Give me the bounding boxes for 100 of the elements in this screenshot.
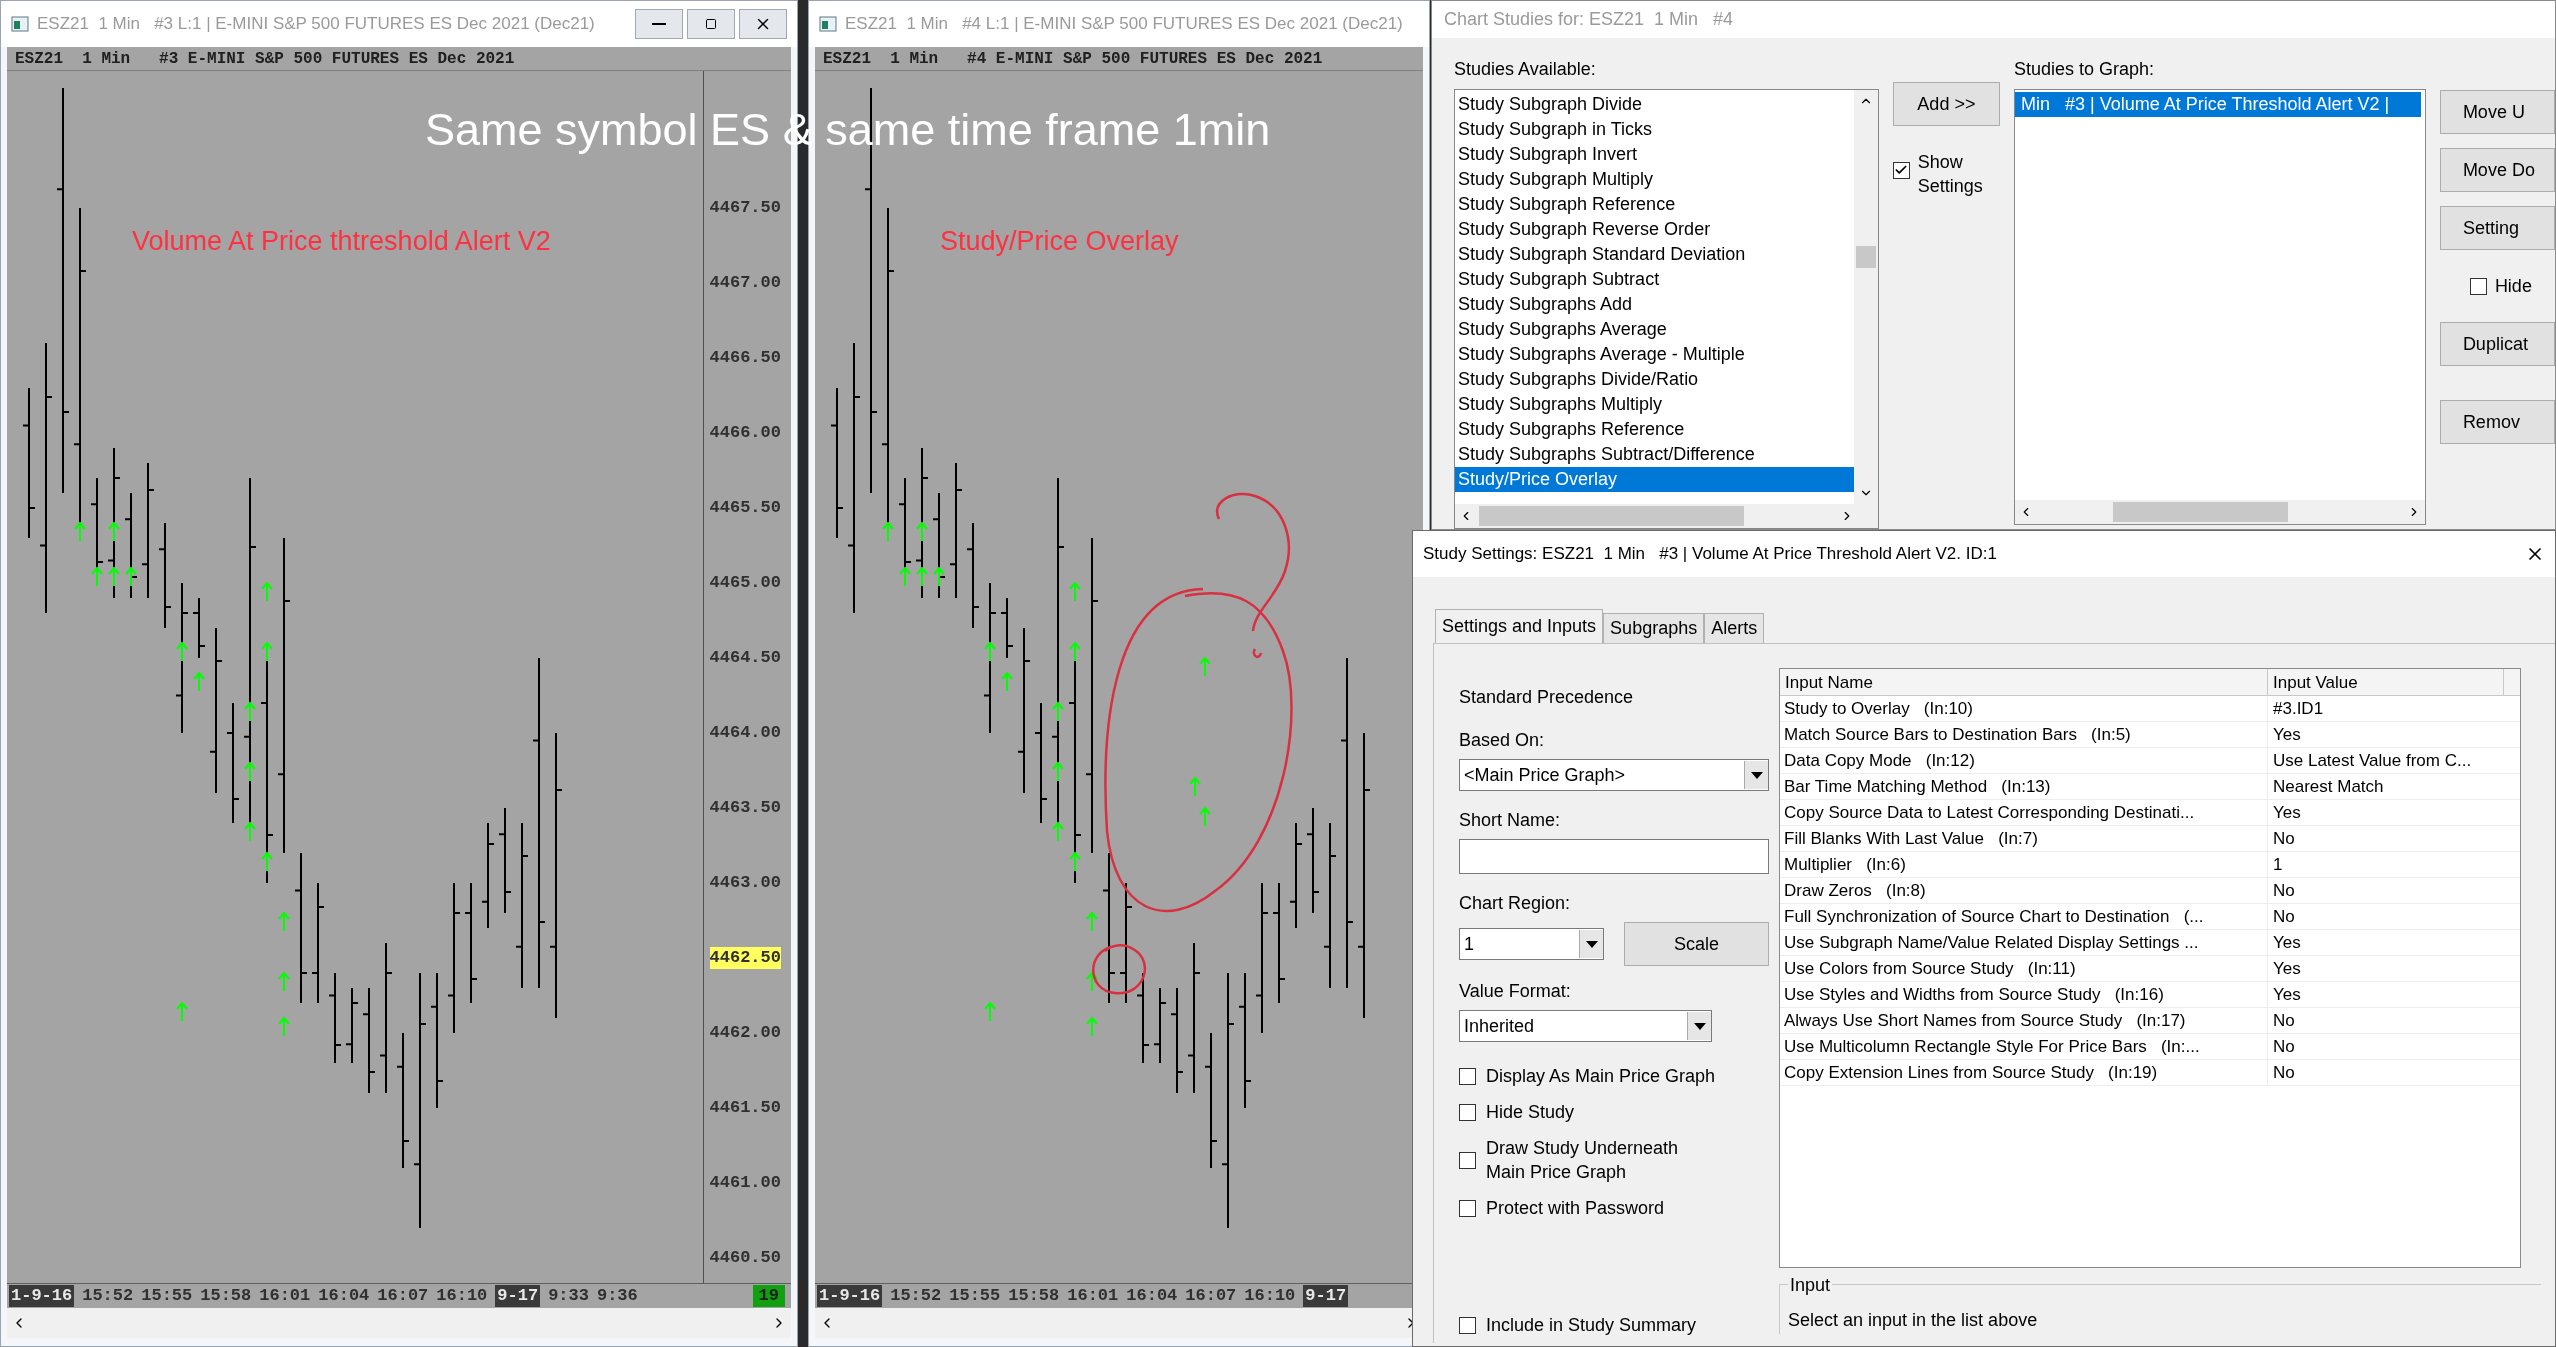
maximize-button[interactable] (687, 9, 735, 39)
table-cell[interactable]: Nearest Match (2268, 774, 2504, 799)
price-label: 4461.50 (709, 1097, 781, 1119)
list-item[interactable]: Study Subgraphs Divide/Ratio (1455, 367, 1854, 392)
table-cell[interactable]: Fill Blanks With Last Value (In:7) (1780, 826, 2268, 851)
table-cell[interactable]: Study to Overlay (In:10) (1780, 696, 2268, 721)
chart-header: ESZ21 1 Min #4 E-MINI S&P 500 FUTURES ES Dec 2021 (823, 48, 1323, 70)
table-cell[interactable]: Yes (2268, 722, 2504, 747)
table-cell[interactable]: No (2268, 904, 2504, 929)
time-axis-label: 9:36 (596, 1284, 638, 1307)
short-name-field[interactable] (1459, 839, 1769, 874)
dropdown-arrow-icon (1585, 940, 1598, 948)
price-label: 4467.50 (709, 197, 781, 219)
table-cell[interactable]: Match Source Bars to Destination Bars (In:5) (1780, 722, 2268, 747)
table-cell[interactable]: Draw Zeros (In:8) (1780, 878, 2268, 903)
checkbox[interactable] (1459, 1317, 1476, 1334)
chart-region-select[interactable]: 1 (1459, 928, 1604, 960)
table-cell[interactable]: No (2268, 878, 2504, 903)
time-axis-label: 15:55 (949, 1284, 1001, 1307)
table-cell[interactable]: Always Use Short Names from Source Study (In:17) (1780, 1008, 2268, 1033)
scroll-thumb[interactable] (2113, 502, 2288, 522)
table-cell[interactable]: 1 (2268, 852, 2504, 877)
table-cell[interactable]: Copy Source Data to Latest Corresponding Destinati... (1780, 800, 2268, 825)
table-cell[interactable]: #3.ID1 (2268, 696, 2504, 721)
list-item[interactable]: Study Subgraphs Subtract/Difference (1455, 442, 1854, 467)
list-item[interactable]: Study Subgraphs Average (1455, 317, 1854, 342)
scroll-thumb[interactable] (1855, 246, 1876, 268)
checkbox[interactable] (1459, 1103, 1476, 1121)
checkbox[interactable] (1459, 1151, 1476, 1169)
dialog-button[interactable]: Duplicat (2439, 322, 2555, 366)
table-cell[interactable]: Yes (2268, 982, 2504, 1007)
price-label: 4465.00 (709, 572, 781, 594)
table-cell[interactable]: Copy Extension Lines from Source Study (In:19) (1780, 1060, 2268, 1085)
maximize-icon (705, 18, 717, 30)
close-button[interactable] (739, 9, 787, 39)
value-format-select[interactable]: Inherited (1459, 1010, 1712, 1042)
scale-button[interactable]: Scale (1624, 922, 1769, 966)
list-item[interactable]: Study Subgraph Reverse Order (1455, 217, 1854, 242)
time-axis-label: 1-9-16 (9, 1284, 75, 1307)
app-icon (11, 16, 29, 32)
chart-annotation: Study/Price Overlay (940, 225, 1179, 258)
table-cell[interactable]: No (2268, 1008, 2504, 1033)
list-item[interactable]: Min #3 | Volume At Price Threshold Alert V2 | (2015, 92, 2421, 117)
vertical-scrollbar[interactable] (1853, 90, 1878, 504)
dropdown-arrow-icon (1693, 1022, 1706, 1030)
time-axis-label: 16:01 (259, 1284, 311, 1307)
checkbox-label: Draw Study Underneath Main Price Graph (1486, 1137, 1680, 1184)
checkbox[interactable] (1459, 1067, 1476, 1085)
table-cell[interactable]: No (2268, 1034, 2504, 1059)
list-item[interactable]: Study Subgraph Invert (1455, 142, 1854, 167)
horizontal-scrollbar[interactable] (1455, 504, 1878, 528)
price-label: 4464.00 (709, 722, 781, 744)
table-cell[interactable]: Multiplier (In:6) (1780, 852, 2268, 877)
list-item[interactable]: Study Subgraphs Add (1455, 292, 1854, 317)
price-label: 4466.00 (709, 422, 781, 444)
list-item[interactable]: Study Subgraph Subtract (1455, 267, 1854, 292)
list-item[interactable]: Study Subgraphs Reference (1455, 417, 1854, 442)
table-cell[interactable]: Use Colors from Source Study (In:11) (1780, 956, 2268, 981)
dialog-button[interactable]: Move U (2439, 90, 2555, 134)
table-cell[interactable]: Use Subgraph Name/Value Related Display Settings ... (1780, 930, 2268, 955)
list-item[interactable]: Study Subgraphs Multiply (1455, 392, 1854, 417)
table-cell[interactable]: Use Multicolumn Rectangle Style For Price Bars (In:... (1780, 1034, 2268, 1059)
table-cell[interactable]: Data Copy Mode (In:12) (1780, 748, 2268, 773)
table-cell[interactable]: Full Synchronization of Source Chart to Destination (... (1780, 904, 2268, 929)
tab[interactable]: Subgraphs (1603, 613, 1705, 643)
checkbox[interactable] (1892, 161, 1910, 179)
list-item[interactable]: Study Subgraph Divide (1455, 92, 1854, 117)
table-cell[interactable]: No (2268, 1060, 2504, 1085)
price-label: 4462.50 (709, 947, 781, 969)
tab[interactable]: Alerts (1704, 613, 1765, 643)
dialog-button[interactable]: Setting (2439, 206, 2555, 250)
table-cell[interactable]: Yes (2268, 800, 2504, 825)
table-cell[interactable]: Yes (2268, 930, 2504, 955)
table-cell[interactable]: Yes (2268, 956, 2504, 981)
list-item[interactable]: Study Subgraph Multiply (1455, 167, 1854, 192)
horizontal-scrollbar[interactable] (2015, 500, 2425, 524)
scroll-thumb[interactable] (1479, 506, 1744, 526)
column-header[interactable]: Input Value (2268, 669, 2504, 695)
table-cell[interactable]: Bar Time Matching Method (In:13) (1780, 774, 2268, 799)
tab[interactable]: Settings and Inputs (1435, 609, 1604, 643)
list-item[interactable]: Study/Price Overlay (1455, 467, 1854, 492)
checkbox[interactable] (1459, 1199, 1476, 1217)
dialog-button[interactable]: Remov (2439, 400, 2555, 444)
table-cell[interactable]: Use Styles and Widths from Source Study (In:16) (1780, 982, 2268, 1007)
time-axis-label: 1-9-16 (817, 1284, 883, 1307)
list-item[interactable]: Study Subgraph Standard Deviation (1455, 242, 1854, 267)
based-on-select[interactable]: <Main Price Graph> (1459, 759, 1769, 791)
checkbox[interactable] (2469, 277, 2487, 295)
column-header[interactable]: Input Name (1780, 669, 2268, 695)
table-cell[interactable]: No (2268, 826, 2504, 851)
checkbox-label: Display As Main Price Graph (1486, 1065, 1716, 1088)
dialog-button[interactable]: Move Do (2439, 148, 2555, 192)
list-item[interactable]: Study Subgraphs Average - Multiple (1455, 342, 1854, 367)
list-item[interactable]: Study Subgraph Reference (1455, 192, 1854, 217)
horizontal-scrollbar[interactable] (7, 1308, 791, 1338)
field-label: Chart Region: (1459, 892, 1572, 915)
table-cell[interactable]: Use Latest Value from C... (2268, 748, 2504, 773)
time-axis-label: 16:10 (436, 1284, 488, 1307)
add-button[interactable]: Add >> (1892, 82, 2000, 126)
list-item[interactable]: Study Subgraph in Ticks (1455, 117, 1854, 142)
